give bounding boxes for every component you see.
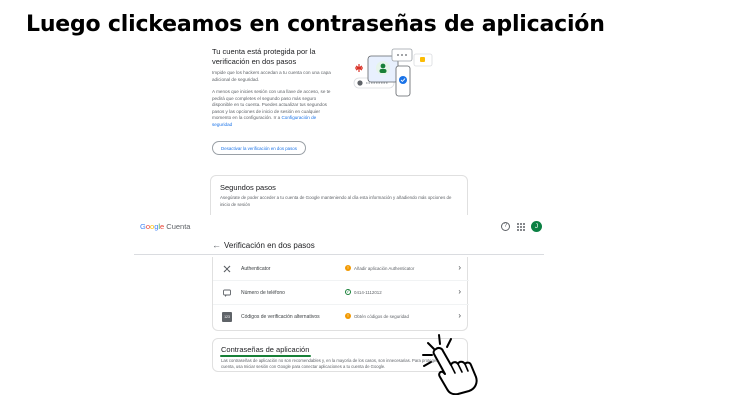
two-step-settings-page: Google Cuenta ? J ← Verificación en dos …: [134, 215, 544, 411]
intro-paragraph-settings: A menos que inicies sesión con una llave…: [212, 89, 336, 128]
app-bar: Google Cuenta ? J: [134, 215, 544, 239]
authenticator-icon: [222, 264, 232, 274]
chevron-right-icon: ›: [458, 287, 461, 296]
brand-suffix: Cuenta: [166, 222, 191, 231]
page-header: ← Verificación en dos pasos: [134, 239, 544, 255]
method-label: Authenticator: [241, 266, 271, 272]
chevron-right-icon: ›: [458, 311, 461, 320]
app-passwords-link[interactable]: Contraseñas de aplicación: [221, 345, 309, 354]
back-arrow-icon[interactable]: ←: [212, 240, 221, 250]
pointing-hand-icon: [422, 334, 478, 395]
disable-two-step-button[interactable]: Desactivar la verificación en dos pasos: [212, 141, 306, 155]
method-label: Códigos de verificación alternativos: [241, 314, 320, 320]
highlight-underline: [220, 355, 311, 357]
headline: Luego clickeamos en contraseñas de aplic…: [26, 12, 605, 37]
avatar[interactable]: J: [531, 221, 542, 232]
method-status: ! Obtén códigos de seguridad: [345, 313, 409, 319]
help-icon[interactable]: ?: [501, 222, 510, 231]
message-icon: [222, 288, 232, 298]
intro-title: Tu cuenta está protegida por la verifica…: [212, 47, 316, 66]
method-status-text: 0414-1112012: [354, 289, 382, 295]
second-step-methods-list: Authenticator ! Añadir aplicación Authen…: [212, 257, 469, 331]
second-steps-title: Segundos pasos: [220, 183, 276, 192]
apps-grid-icon[interactable]: [516, 222, 525, 231]
method-row-phone[interactable]: Número de teléfono ✓ 0414-1112012 ›: [213, 281, 469, 305]
check-icon: ✓: [345, 289, 351, 295]
security-illustration-icon: [353, 48, 433, 97]
logo-letter: e: [160, 222, 165, 231]
chevron-right-icon: ›: [458, 263, 461, 272]
method-status: ! Añadir aplicación Authenticator: [345, 265, 414, 271]
second-steps-description: Asegúrate de poder acceder a tu cuenta d…: [220, 195, 452, 207]
intro-paragraph: Impide que los hackers accedan a tu cuen…: [212, 70, 331, 82]
backup-codes-icon: 123: [222, 312, 232, 322]
warning-icon: !: [345, 313, 351, 319]
google-account-logo[interactable]: Google Cuenta: [140, 222, 190, 231]
warning-icon: !: [345, 265, 351, 271]
method-row-backup-codes[interactable]: 123 Códigos de verificación alternativos…: [213, 305, 469, 329]
page-title: Verificación en dos pasos: [224, 240, 315, 250]
method-row-authenticator[interactable]: Authenticator ! Añadir aplicación Authen…: [213, 257, 469, 281]
method-status-text: Añadir aplicación Authenticator: [354, 265, 415, 271]
method-status-text: Obtén códigos de seguridad: [354, 313, 409, 319]
method-label: Número de teléfono: [241, 290, 285, 296]
method-status: ✓ 0414-1112012: [345, 289, 382, 295]
app-bar-actions: ? J: [501, 221, 542, 232]
